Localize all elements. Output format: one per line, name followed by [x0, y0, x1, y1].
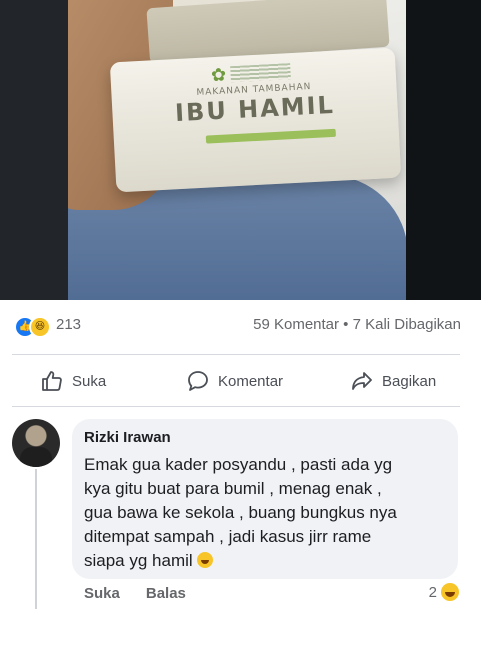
share-arrow-icon: [352, 372, 372, 390]
laughing-emoji-icon: [196, 552, 213, 568]
comments-shares-count[interactable]: 59 Komentar • 7 Kali Dibagikan: [253, 316, 461, 333]
comment-like-button[interactable]: Suka: [84, 585, 120, 602]
comment-actions: Suka Balas: [84, 585, 186, 602]
comment-button[interactable]: Komentar: [186, 368, 283, 394]
post-action-bar: Suka Komentar Bagikan: [0, 358, 481, 404]
divider: [12, 354, 460, 355]
comment-reply-button[interactable]: Balas: [146, 585, 186, 602]
speech-bubble-icon: [188, 371, 208, 391]
comment-author[interactable]: Rizki Irawan: [84, 429, 171, 446]
comment-reaction-count: 2: [428, 583, 437, 601]
haha-reaction-icon: [441, 583, 459, 601]
avatar[interactable]: [12, 419, 60, 467]
share-button[interactable]: Bagikan: [350, 368, 436, 394]
comment-body: Emak gua kader posyandu , pasti ada yg k…: [84, 453, 444, 573]
photo-dark-edge: [406, 0, 481, 300]
reply-thread-line: [35, 469, 37, 609]
haha-reaction-icon[interactable]: 😆: [29, 316, 51, 338]
food-package: ✿ MAKANAN TAMBAHAN IBU HAMIL: [109, 47, 402, 193]
reaction-count[interactable]: 213: [56, 316, 81, 333]
share-button-label: Bagikan: [382, 372, 437, 390]
comment-item: Rizki Irawan Emak gua kader posyandu , p…: [0, 405, 481, 615]
post-stats-bar: 👍 😆 213 59 Komentar • 7 Kali Dibagikan: [0, 300, 481, 352]
comment-reactions[interactable]: 2: [429, 583, 459, 601]
comment-button-label: Komentar: [218, 372, 284, 390]
logo-text-lines: [230, 63, 291, 83]
comment-bubble[interactable]: Rizki Irawan Emak gua kader posyandu , p…: [72, 419, 458, 579]
like-button-label: Suka: [72, 372, 107, 390]
package-green-stripe: [205, 128, 336, 144]
photo-content: ✿ MAKANAN TAMBAHAN IBU HAMIL: [68, 0, 406, 300]
thumbs-up-icon: [42, 371, 62, 391]
ministry-logo-icon: ✿: [210, 64, 227, 86]
post-photo[interactable]: ✿ MAKANAN TAMBAHAN IBU HAMIL: [0, 0, 481, 300]
like-button[interactable]: Suka: [40, 368, 106, 394]
comment-text: Emak gua kader posyandu , pasti ada yg k…: [84, 455, 397, 570]
